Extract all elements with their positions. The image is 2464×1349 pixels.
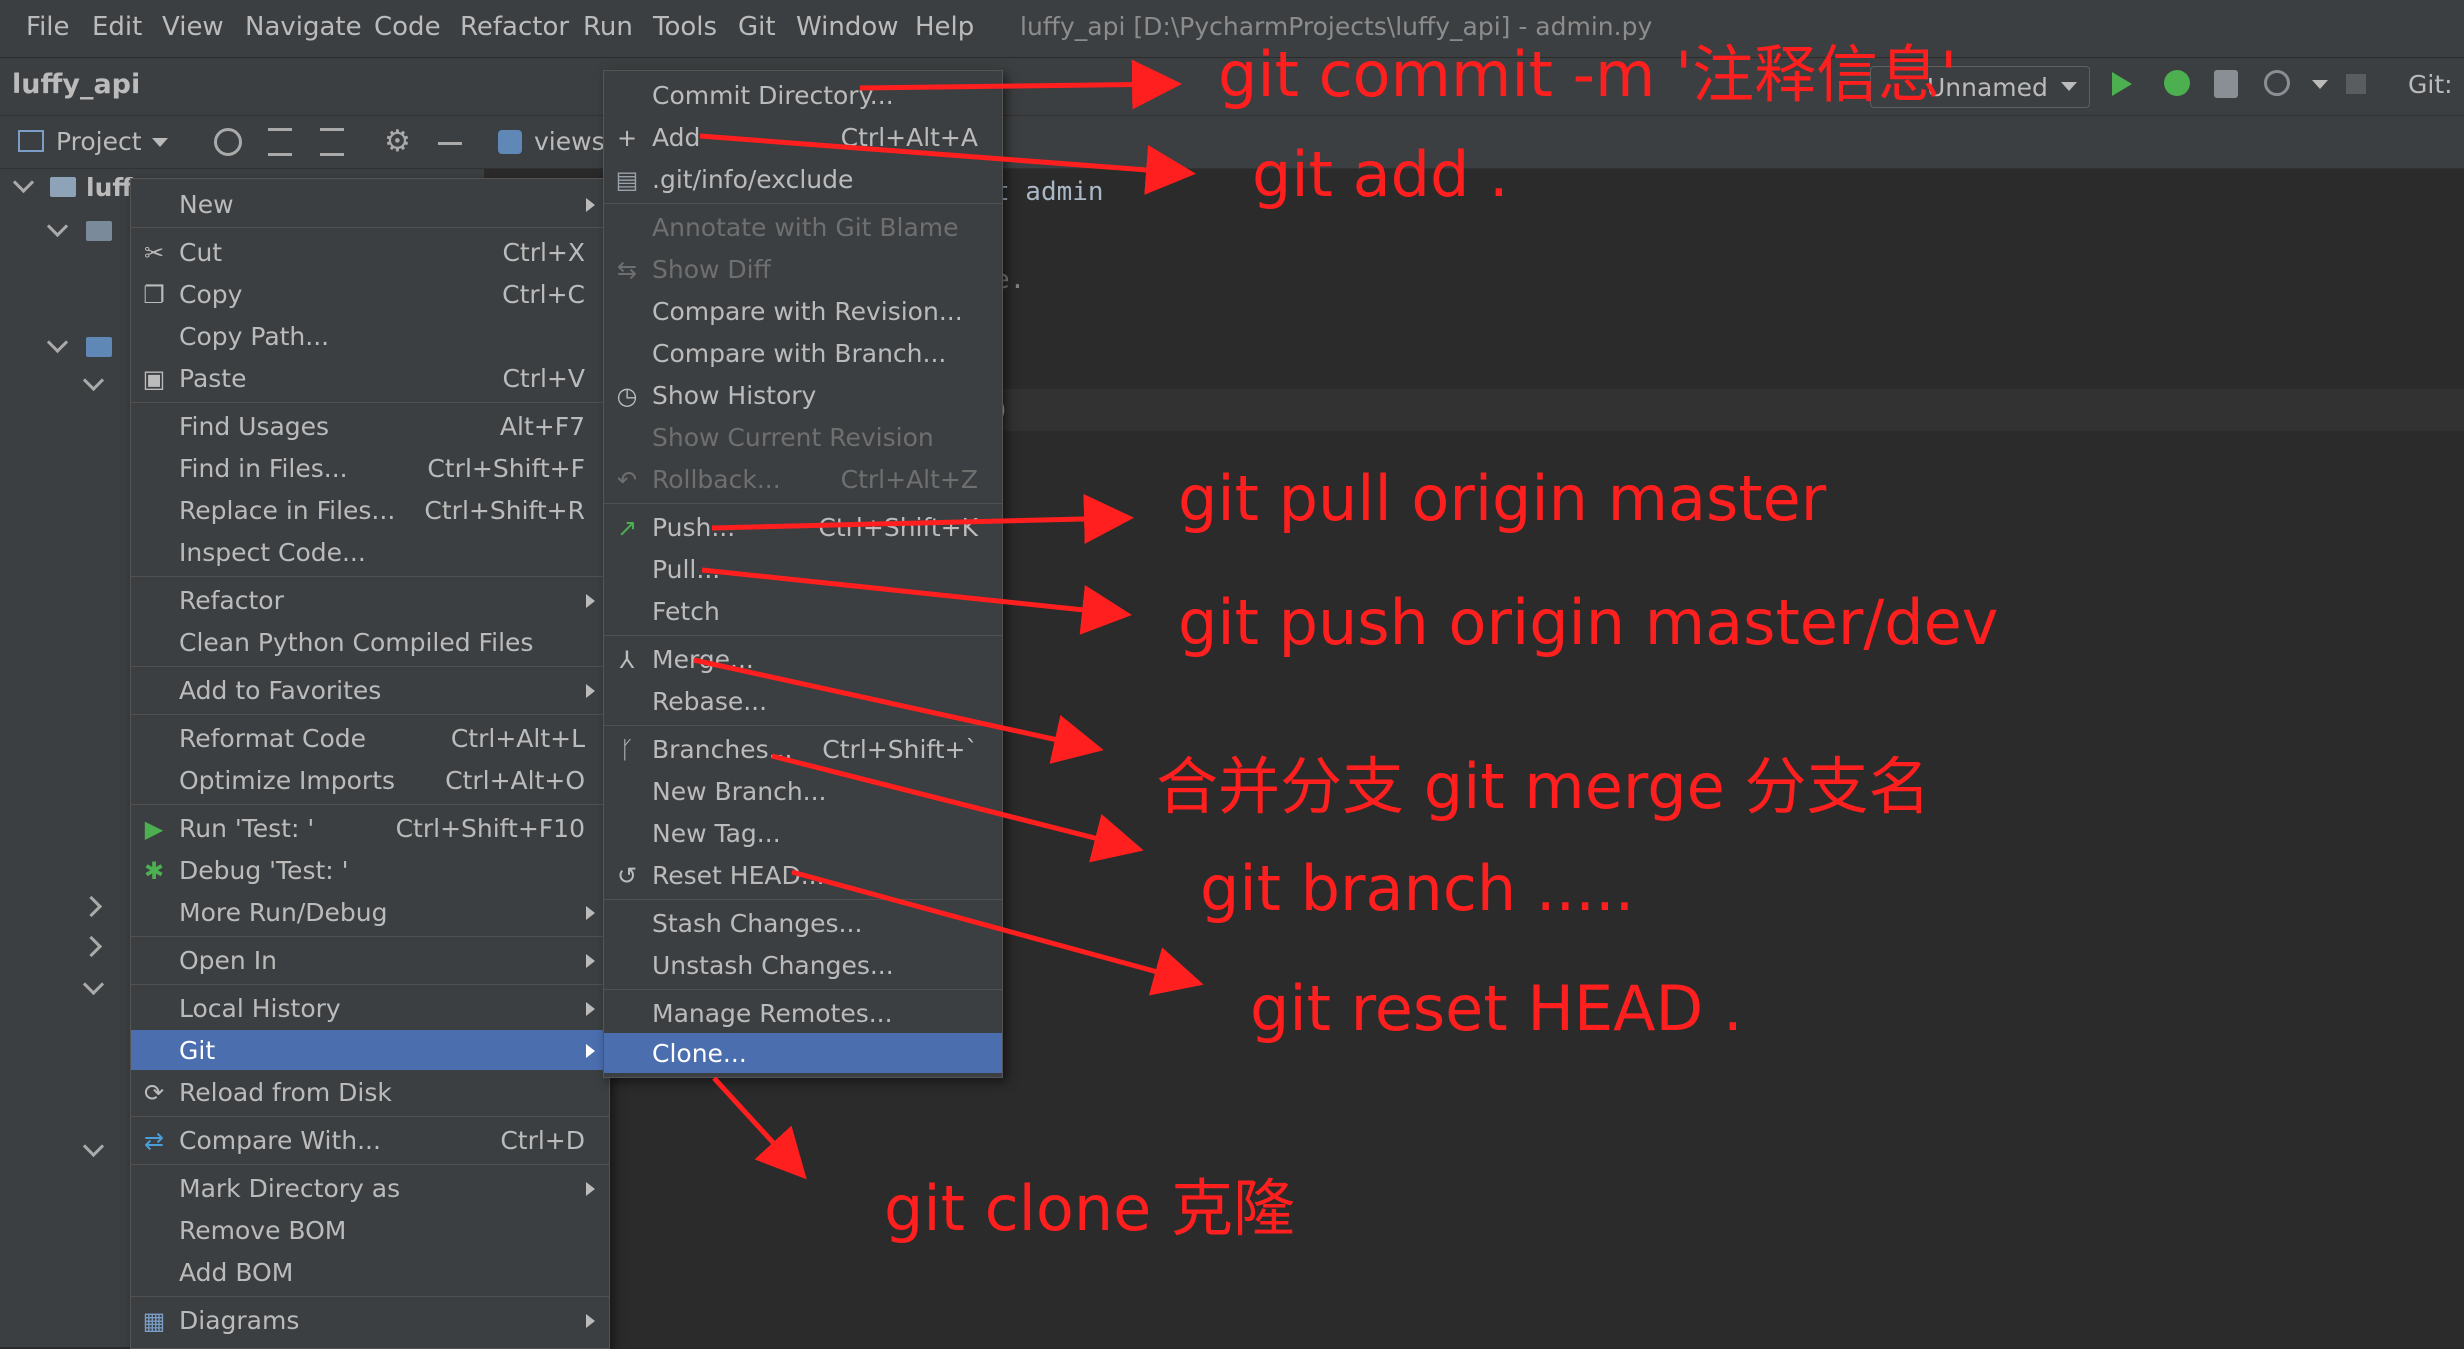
annotation-arrows [693,59,1204,1180]
annotation-arrow [712,1076,807,1180]
annotation-git-reset: git reset HEAD . [1250,972,1743,1045]
annotation-arrow [859,59,1182,110]
annotation-arrow [699,133,1196,195]
annotation-git-clone: git clone 克隆 [884,1172,1295,1245]
annotation-git-push: git push origin master/dev [1178,586,1999,659]
annotation-arrow [711,493,1134,544]
annotation-arrow [701,567,1132,635]
annotation-git-branch: git branch ..... [1200,852,1635,925]
annotation-git-merge: 合并分支 git merge 分支名 [1156,750,1931,823]
annotation-arrow [693,657,1104,764]
annotation-git-add: git add . [1252,138,1509,211]
annotation-git-commit: git commit -m '注释信息' [1218,38,1958,111]
annotation-git-pull: git pull origin master [1178,462,1827,535]
annotation-arrow [791,869,1204,996]
annotation-arrow [771,753,1144,863]
